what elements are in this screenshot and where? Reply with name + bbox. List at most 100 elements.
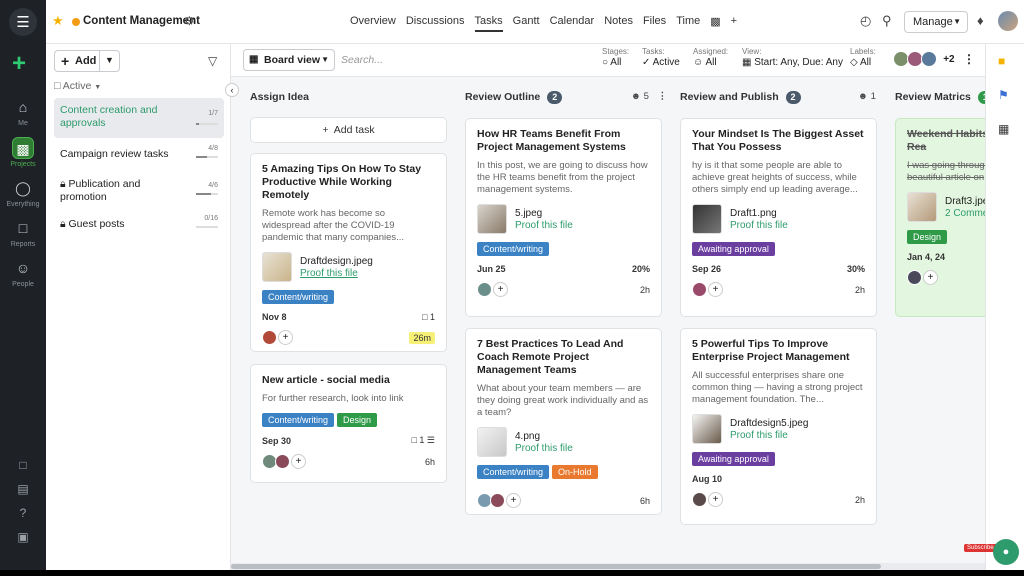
rail-item-everything[interactable]: ◯ Everything — [0, 177, 46, 208]
board-view-dropdown[interactable]: ▦ Board view ▼ — [243, 49, 335, 71]
favorite-star-icon[interactable]: ★ — [52, 13, 64, 29]
task-card[interactable]: 5 Powerful Tips To Improve Enterprise Pr… — [680, 328, 877, 525]
menu-icon[interactable]: ☰ — [9, 8, 37, 36]
task-card[interactable]: 5 Amazing Tips On How To Stay Productive… — [250, 153, 447, 352]
board-search-input[interactable]: Search... — [341, 54, 383, 66]
scrollbar-thumb[interactable] — [231, 564, 881, 569]
tab-gantt[interactable]: Gantt — [513, 15, 540, 32]
proof-file-link[interactable]: Proof this file — [515, 220, 573, 231]
view-filter[interactable]: View: ▦ Start: Any, Due: Any — [742, 47, 843, 68]
rail-item-reports[interactable]: □ Reports — [0, 217, 46, 248]
bell-icon[interactable]: ♦ — [977, 13, 984, 28]
attachment[interactable]: 5.jpeg Proof this file — [477, 204, 650, 234]
bookmark-icon[interactable]: ⚑ — [998, 88, 1009, 102]
more-options-icon[interactable]: ⋮ — [658, 91, 668, 102]
add-assignee-button[interactable]: + — [708, 492, 723, 507]
keyboard-icon[interactable]: ▤ — [0, 482, 46, 496]
help-icon[interactable]: ? — [0, 506, 46, 520]
active-filter-dropdown[interactable]: □ Active ▼ — [54, 80, 101, 92]
collapse-sidebar-chevron-icon[interactable]: ‹ — [225, 83, 239, 97]
subscribe-badge[interactable]: Subscribe — [964, 544, 997, 552]
add-assignee-button[interactable]: + — [708, 282, 723, 297]
user-avatar[interactable] — [998, 11, 1018, 31]
task-card[interactable]: 7 Best Practices To Lead And Coach Remot… — [465, 328, 662, 515]
horizontal-scrollbar[interactable] — [231, 563, 985, 570]
create-plus-icon[interactable]: + — [12, 50, 26, 78]
add-dropdown-chevron-icon[interactable]: ▼ — [99, 50, 119, 72]
add-tab-plus-icon[interactable]: + — [731, 15, 737, 32]
rail-item-people[interactable]: ☺ People — [0, 257, 46, 288]
label-tag: Design — [907, 230, 948, 244]
task-card[interactable]: How HR Teams Benefit From Project Manage… — [465, 118, 662, 317]
folder-icon: ▩ — [12, 137, 34, 159]
video-letterbox — [0, 570, 1024, 576]
tab-discussions[interactable]: Discussions — [406, 15, 465, 32]
attachment[interactable]: Draft1.png Proof this file — [692, 204, 865, 234]
assigned-filter[interactable]: Assigned: ☺ All — [693, 47, 728, 68]
task-list-item[interactable]: Content creation and approvals 1/7 — [54, 98, 224, 138]
column-header[interactable]: Review Outline 2 — [465, 91, 563, 104]
sticky-note-icon[interactable]: ■ — [998, 54, 1005, 68]
add-assignee-button[interactable]: + — [291, 454, 306, 469]
attachment[interactable]: Draftdesign.jpeg Proof this file — [262, 252, 435, 282]
task-list-item[interactable]: 🔒︎ Publication and promotion 4/6 — [54, 172, 224, 208]
time-tracked: 2h — [639, 284, 650, 295]
task-description: For further research, look into link — [262, 393, 404, 404]
rail-item-projects[interactable]: ▩ Projects — [0, 137, 46, 168]
channel-avatar-icon[interactable]: ● — [993, 539, 1019, 565]
tab-overview[interactable]: Overview — [350, 15, 396, 32]
task-card[interactable]: Your Mindset Is The Biggest Asset That Y… — [680, 118, 877, 317]
task-card-completed[interactable]: Weekend Habits T (4th One Is A Rea I was… — [895, 118, 985, 317]
chat-icon[interactable]: □ — [0, 458, 46, 472]
label-tag: On-Hold — [552, 465, 598, 479]
tab-notes[interactable]: Notes — [604, 15, 633, 32]
task-title: Your Mindset Is The Biggest Asset That Y… — [692, 128, 864, 153]
tab-time[interactable]: Time — [676, 15, 700, 32]
project-settings-gear-icon[interactable]: ⚙ — [184, 14, 195, 28]
attachment-thumbnail — [692, 204, 722, 234]
proof-file-link[interactable]: Proof this file — [730, 430, 808, 441]
add-task-button[interactable]: + Add task — [250, 117, 447, 143]
task-list-progress — [196, 156, 218, 158]
proof-file-link[interactable]: Proof this file — [730, 220, 788, 231]
add-assignee-button[interactable]: + — [493, 282, 508, 297]
lock-icon: 🔒︎ — [60, 218, 66, 230]
progress-percent: 30% — [846, 264, 865, 274]
column-header[interactable]: Assign Idea — [250, 91, 309, 103]
tab-files[interactable]: Files — [643, 15, 666, 32]
filter-icon[interactable]: ▽ — [208, 54, 217, 68]
column-header[interactable]: Review and Publish 2 — [680, 91, 801, 104]
add-assignee-button[interactable]: + — [506, 493, 521, 508]
timer-icon[interactable]: ◴ — [860, 13, 871, 29]
task-card[interactable]: New article - social media For further r… — [250, 364, 447, 483]
project-title: Content Management — [83, 15, 200, 27]
attachment[interactable]: 4.png Proof this file — [477, 427, 650, 457]
reports-tab-icon[interactable]: ▩ — [710, 15, 720, 32]
home-icon: ⌂ — [18, 99, 28, 115]
checklist-icon: ☰ — [426, 435, 435, 445]
rail-item-me[interactable]: ⌂ Me — [0, 96, 46, 127]
device-icon[interactable]: ▣ — [0, 530, 46, 544]
labels-filter[interactable]: Labels: ◇ All — [850, 47, 876, 68]
column-assignee-count: ☻ 1 — [858, 91, 876, 102]
manage-dropdown[interactable]: Manage ▼ — [904, 11, 968, 33]
search-icon[interactable]: ⚲ — [882, 13, 892, 29]
column-header[interactable]: Review Matrics 1 — [895, 91, 985, 104]
tab-calendar[interactable]: Calendar — [550, 15, 595, 32]
more-options-icon[interactable]: ⋮ — [963, 52, 975, 66]
tasks-filter[interactable]: Tasks: ✓ Active — [642, 47, 680, 68]
assignee-avatars[interactable]: +2 — [893, 51, 955, 67]
task-list-item[interactable]: 🔒︎ Guest posts 0/16 — [54, 212, 224, 238]
attachment[interactable]: Draftdesign5.jpeg Proof this file — [692, 414, 865, 444]
calendar-icon[interactable]: ▦ — [998, 122, 1009, 136]
task-list-item[interactable]: Campaign review tasks 4/8 — [54, 142, 224, 168]
add-assignee-button[interactable]: + — [923, 270, 938, 285]
proof-file-link[interactable]: Proof this file — [515, 443, 573, 454]
add-assignee-button[interactable]: + — [278, 330, 293, 345]
comments-link[interactable]: 2 Comme — [945, 208, 985, 219]
proof-file-link[interactable]: Proof this file — [300, 268, 373, 279]
project-color-dot — [72, 18, 80, 26]
tab-tasks[interactable]: Tasks — [474, 15, 503, 32]
attachment[interactable]: Draft3.jpe 2 Comme — [907, 192, 985, 222]
stages-filter[interactable]: Stages: ○ All — [602, 47, 629, 68]
